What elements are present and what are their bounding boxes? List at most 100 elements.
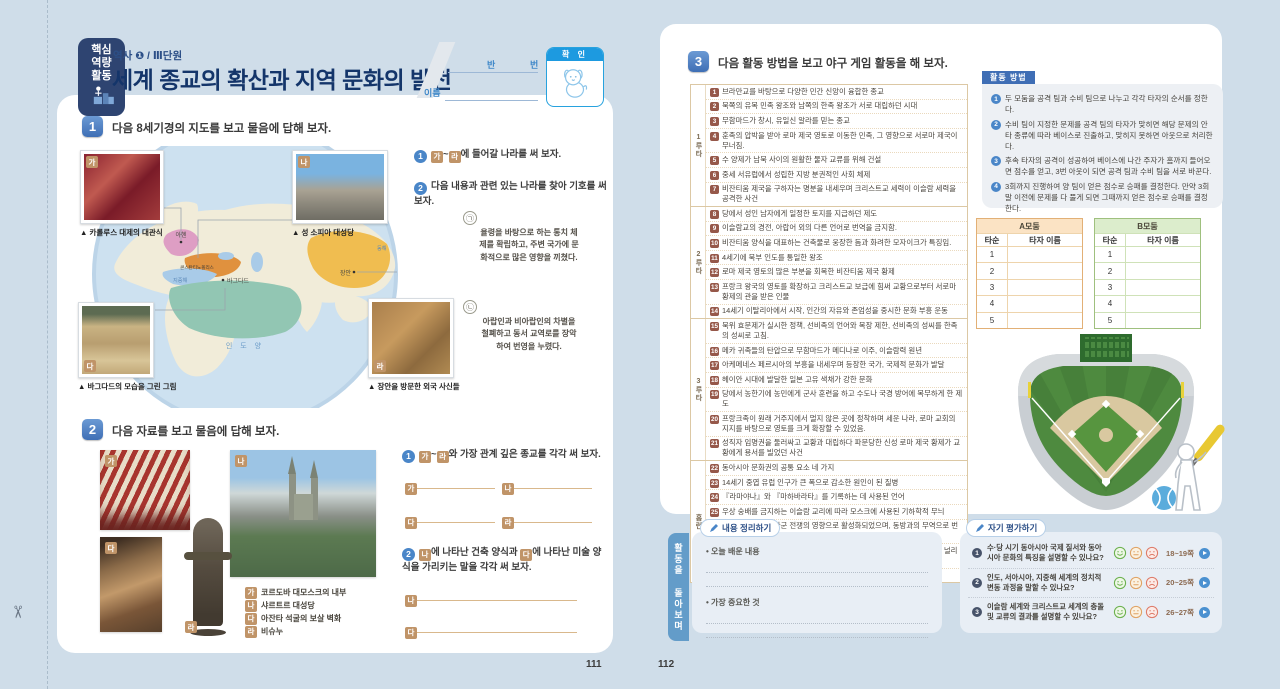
neutral-face-icon[interactable] <box>1129 605 1143 619</box>
question-text: 에 나타난 건축 양식과 <box>431 547 520 558</box>
section2-prompt: 다음 자료를 보고 물음에 답해 보자. <box>112 423 279 439</box>
photo-tag: 다 <box>105 542 117 554</box>
batter-name-cell[interactable] <box>1007 295 1082 311</box>
answer-line[interactable] <box>417 477 495 489</box>
map-label-mediterranean: 지중해 <box>173 276 188 284</box>
batter-name-cell[interactable] <box>1125 262 1200 278</box>
quiz-item-text: 브라만교를 바탕으로 다양한 민간 신앙이 융합한 종교 <box>722 87 884 97</box>
roster-row: 4 <box>1095 295 1200 311</box>
map-label-east-sea: 동해 <box>377 244 387 252</box>
quiz-item-text: 중세 서유럽에서 성립한 지방 분권적인 사회 체제 <box>722 170 870 180</box>
class-number-input[interactable] <box>448 72 538 73</box>
photo-vishnu-statue: 라 <box>182 518 234 636</box>
roster-row: 4 <box>977 295 1082 311</box>
roster-row: 5 <box>977 312 1082 328</box>
clue-mark: ㉠ <box>463 211 477 225</box>
section1-prompt: 다음 8세기경의 지도를 보고 물음에 답해 보자. <box>112 120 331 136</box>
batter-name-cell[interactable] <box>1125 279 1200 295</box>
answer-line[interactable] <box>417 589 577 601</box>
selfcheck-box: 1 수·당 시기 동아시아 국제 질서와 동아시아 문화의 특징을 설명할 수 … <box>960 532 1222 633</box>
answer-line[interactable] <box>514 511 592 523</box>
sad-face-icon[interactable] <box>1145 605 1159 619</box>
quiz-item-number: 7 <box>710 185 719 194</box>
method-step: 후속 타자의 공격이 성공하여 베이스에 나간 주자가 홈까지 들어오면 점수를… <box>991 155 1214 177</box>
quiz-item-row: 22 동아시아 문화권의 공통 요소 네 가지 <box>706 461 967 475</box>
s2-photo-legend: 가 코르도바 대모스크의 내부 나 샤르트르 대성당 다 아잔타 석굴의 보살 … <box>245 586 346 638</box>
s2-q1-blank-ra: 라 <box>502 510 592 529</box>
selfcheck-row: 2 인도, 서아시아, 지중해 세계의 정치적 변동 과정을 말할 수 있나요?… <box>968 568 1214 598</box>
batter-name-cell[interactable] <box>1125 246 1200 262</box>
quiz-item-number: 12 <box>710 268 719 277</box>
write-line[interactable] <box>706 610 928 624</box>
batting-order: 1 <box>1095 246 1125 262</box>
quiz-item-text: 당에서 농한기에 농민에게 군사 훈련을 하고 수도나 국경 방어에 복무하게 … <box>722 389 963 409</box>
batting-order: 4 <box>1095 295 1125 311</box>
quiz-group: 2루타 8 당에서 성인 남자에게 일정한 토지를 지급하던 제도 9 이슬람교… <box>691 206 967 318</box>
clue-card: ㉡ 아랍인과 비아랍인의 차별을 철폐하고 동서 교역로를 장악하여 번영을 누… <box>472 307 586 391</box>
quiz-item-text: 프랑크 왕국의 영토를 확장하고 크리스트교 보급에 힘써 교황으로부터 서로마… <box>722 282 963 302</box>
answer-line[interactable] <box>417 621 577 633</box>
play-button[interactable] <box>1199 607 1210 618</box>
legend-label: 아잔타 석굴의 보살 벽화 <box>261 613 341 624</box>
quiz-item-text: 14세기 이탈리아에서 시작, 인간의 자유와 존엄성을 중시한 문화 부흥 운… <box>722 306 948 316</box>
batter-name-cell[interactable] <box>1125 295 1200 311</box>
answer-line[interactable] <box>514 477 592 489</box>
play-button[interactable] <box>1199 548 1210 559</box>
quiz-item-row: 23 14세기 중엽 유럽 인구가 큰 폭으로 감소한 원인이 된 질병 <box>706 475 967 490</box>
legend-tag: 다 <box>245 613 257 625</box>
s1-answer-cards: ㉠ 율령을 바탕으로 하는 통치 체제를 확립하고, 주변 국가에 문화적으로 … <box>472 218 586 396</box>
quiz-item-text: 수 양제가 남북 사이의 원활한 물자 교류를 위해 건설 <box>722 155 881 165</box>
answer-box[interactable] <box>491 359 567 382</box>
happy-face-icon[interactable] <box>1113 546 1127 560</box>
badge-line: 핵심 <box>91 44 111 57</box>
legend-row: 나 샤르트르 대성당 <box>245 599 346 612</box>
statue-arms <box>184 552 232 560</box>
photo-caption: ▲ 바그다드의 모습을 그린 그림 <box>78 381 177 392</box>
write-line[interactable] <box>706 624 928 638</box>
answer-line[interactable] <box>417 511 495 523</box>
quiz-item-text: 메카 귀족들의 탄압으로 무함마드가 메디나로 이주, 이슬람력 원년 <box>722 346 922 356</box>
write-line[interactable] <box>706 573 928 587</box>
question-number: 1 <box>402 450 415 463</box>
scissors-icon: ✂ <box>7 605 27 619</box>
quiz-item-row: 2 북쪽의 유목 민족 왕조와 남쪽의 한족 왕조가 서로 대립하던 시대 <box>706 99 967 114</box>
batter-name-cell[interactable] <box>1007 279 1082 295</box>
s2-q1-blank-da: 다 <box>405 510 495 529</box>
quiz-item-row: 12 로마 제국 영토의 많은 부분을 회복한 비잔티움 제국 황제 <box>706 264 967 279</box>
neutral-face-icon[interactable] <box>1129 576 1143 590</box>
batter-name-cell[interactable] <box>1007 262 1082 278</box>
method-step: 수비 팀이 지정한 문제를 공격 팀의 타자가 맞히면 해당 문제의 안타 종류… <box>991 119 1214 152</box>
happy-face-icon[interactable] <box>1113 605 1127 619</box>
quiz-item-number: 4 <box>710 132 719 141</box>
sad-face-icon[interactable] <box>1145 546 1159 560</box>
rating-faces <box>1113 546 1159 560</box>
question-number: 2 <box>414 182 427 195</box>
batting-order: 4 <box>977 295 1007 311</box>
batter-name-cell[interactable] <box>1007 312 1082 328</box>
order-column-header: 타순 <box>977 233 1007 246</box>
pencil-icon <box>975 523 985 533</box>
map-label-baghdad: 바그다드 <box>227 277 250 285</box>
play-button[interactable] <box>1199 577 1210 588</box>
quiz-item-text: 북쪽의 유목 민족 왕조와 남쪽의 한족 왕조가 서로 대립하던 시대 <box>722 101 917 111</box>
batter-name-cell[interactable] <box>1007 246 1082 262</box>
write-line[interactable] <box>706 559 928 573</box>
name-input[interactable] <box>445 100 538 101</box>
inline-tag: 다 <box>520 549 532 561</box>
check-stamp-box: 확 인 <box>546 47 604 107</box>
quiz-item-text: 『라마야나』와 『마하바라타』를 기록하는 데 사용된 언어 <box>722 492 905 502</box>
quiz-item-number: 21 <box>710 439 719 448</box>
name-field-label: 이름 <box>424 86 441 99</box>
batter-name-cell[interactable] <box>1125 312 1200 328</box>
cathedral-spires <box>282 456 326 526</box>
happy-face-icon[interactable] <box>1113 576 1127 590</box>
batting-order: 5 <box>977 312 1007 328</box>
photo-caption: ▲ 장안을 방문한 외국 사신들 <box>368 381 460 392</box>
neutral-face-icon[interactable] <box>1129 546 1143 560</box>
answer-box[interactable] <box>491 270 567 293</box>
legend-row: 가 코르도바 대모스크의 내부 <box>245 586 346 599</box>
quiz-item-row: 15 북위 효문제가 실시한 정책, 선비족의 언어와 복장 제한, 선비족의 … <box>706 319 967 343</box>
quiz-item-text: 성직자 임명권을 둘러싸고 교황과 대립하다 파문당한 신성 로마 제국 황제가… <box>722 438 963 458</box>
sad-face-icon[interactable] <box>1145 576 1159 590</box>
batting-order: 3 <box>1095 279 1125 295</box>
